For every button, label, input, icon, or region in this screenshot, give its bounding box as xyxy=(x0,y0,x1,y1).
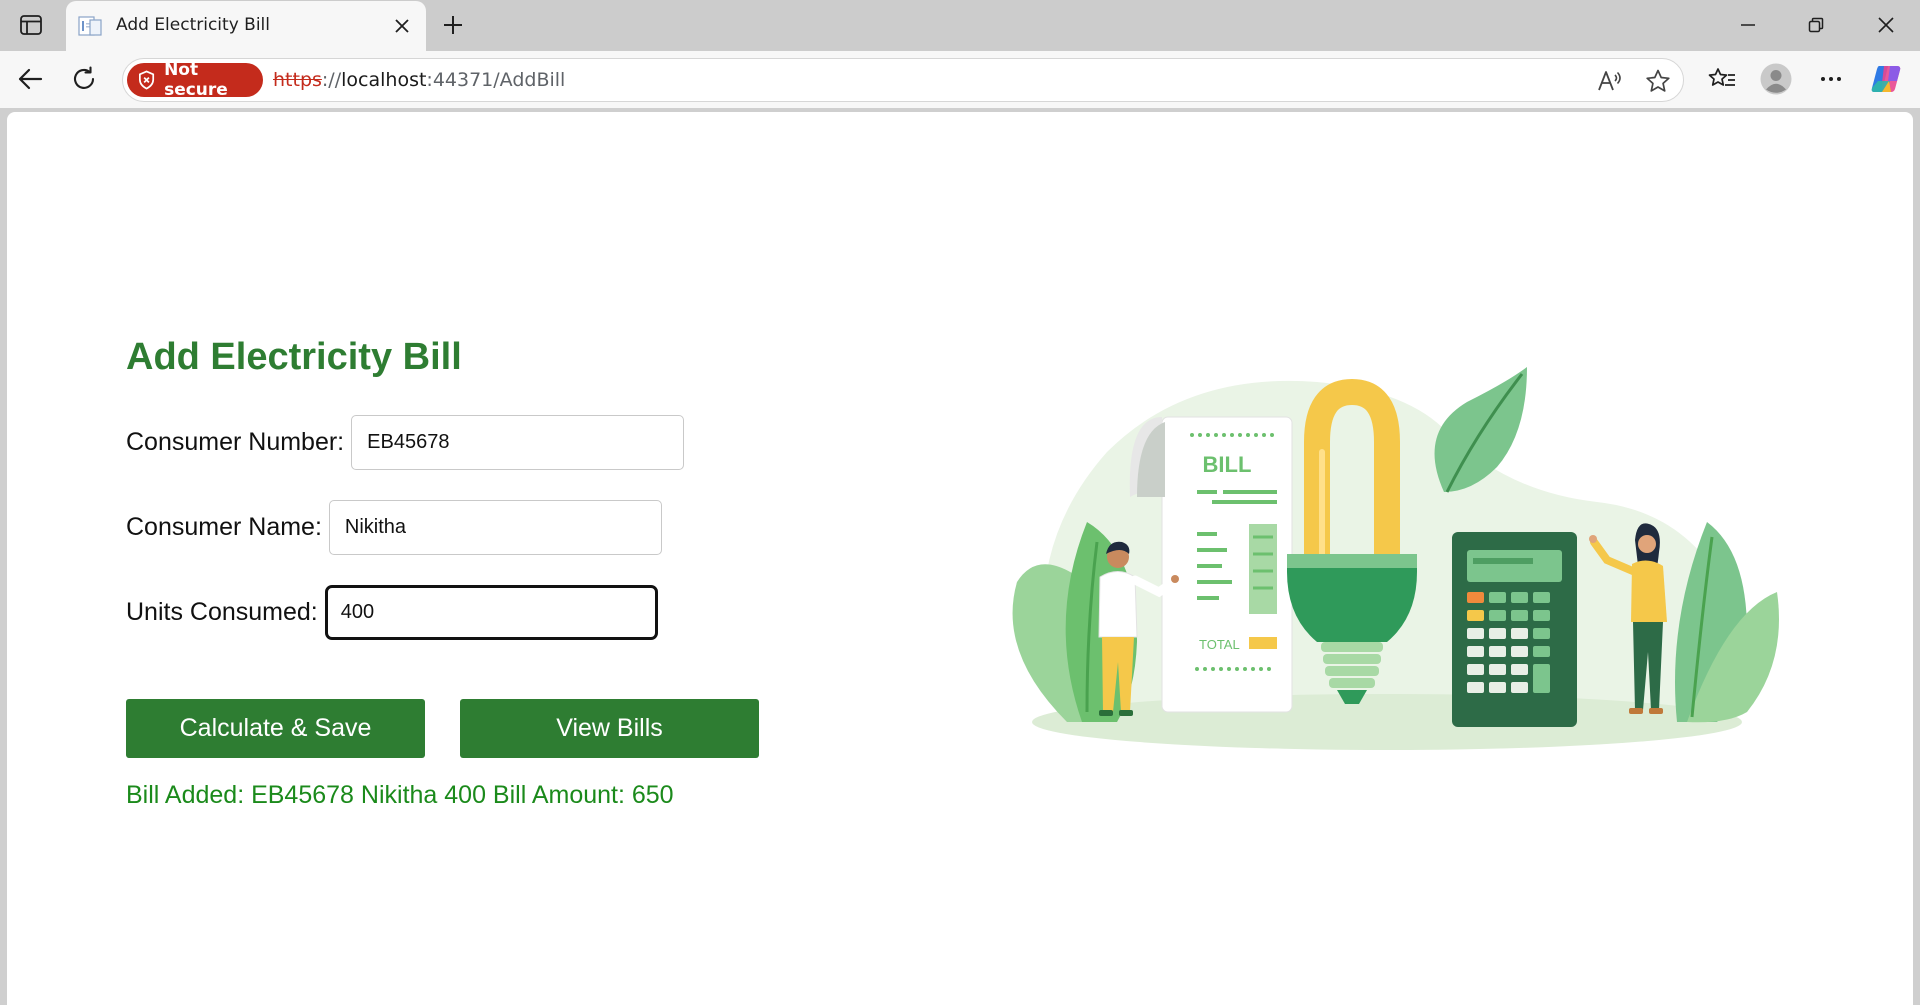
consumer-name-label: Consumer Name: xyxy=(126,513,322,541)
view-bills-button[interactable]: View Bills xyxy=(460,699,759,758)
consumer-number-input[interactable] xyxy=(351,415,685,470)
browser-toolbar: Not secure https://localhost:44371/AddBi… xyxy=(0,51,1920,108)
more-options-icon[interactable] xyxy=(1813,61,1849,97)
new-tab-icon[interactable] xyxy=(438,10,468,40)
page-viewport: Add Electricity Bill Consumer Number: Co… xyxy=(7,112,1913,1005)
not-secure-badge[interactable]: Not secure xyxy=(127,60,263,100)
page-favicon-icon xyxy=(78,15,102,37)
consumer-name-input[interactable] xyxy=(328,500,662,555)
refresh-icon[interactable] xyxy=(66,61,102,97)
restore-icon[interactable] xyxy=(1794,8,1838,42)
close-window-icon[interactable] xyxy=(1864,8,1908,42)
result-message: Bill Added: EB45678 Nikitha 400 Bill Amo… xyxy=(126,781,674,809)
back-icon[interactable] xyxy=(12,61,48,97)
browser-tab[interactable]: Add Electricity Bill xyxy=(66,1,426,51)
calculate-save-button[interactable]: Calculate & Save xyxy=(126,699,425,758)
receipt-total: TOTAL xyxy=(1199,637,1240,652)
copilot-icon[interactable] xyxy=(1868,61,1904,97)
receipt-title: BILL xyxy=(1203,452,1252,477)
url-text[interactable]: https://localhost:44371/AddBill xyxy=(273,69,565,91)
units-consumed-label: Units Consumed: xyxy=(126,598,318,626)
address-bar[interactable]: Not secure https://localhost:44371/AddBi… xyxy=(122,58,1684,102)
minimize-icon[interactable] xyxy=(1726,8,1770,42)
read-aloud-icon[interactable] xyxy=(1596,67,1624,95)
page-title: Add Electricity Bill xyxy=(126,336,462,378)
consumer-number-label: Consumer Number: xyxy=(126,428,345,456)
units-consumed-row: Units Consumed: xyxy=(126,585,658,640)
not-secure-label: Not secure xyxy=(164,60,228,100)
tab-title: Add Electricity Bill xyxy=(116,15,270,35)
close-tab-icon[interactable] xyxy=(390,14,414,38)
tab-strip: Add Electricity Bill xyxy=(0,0,1920,51)
url-separator: :// xyxy=(321,69,342,91)
consumer-number-row: Consumer Number: xyxy=(126,415,685,470)
profile-avatar-icon[interactable] xyxy=(1758,61,1794,97)
tab-actions-icon[interactable] xyxy=(14,10,48,40)
shield-warning-icon xyxy=(139,70,155,90)
url-protocol: https xyxy=(273,69,322,91)
url-path: :44371/AddBill xyxy=(426,69,566,91)
favorites-icon[interactable] xyxy=(1704,61,1740,97)
units-consumed-input[interactable] xyxy=(324,585,658,640)
favorite-star-icon[interactable] xyxy=(1644,67,1672,95)
calculator-icon xyxy=(1452,532,1577,727)
url-host: localhost xyxy=(341,69,427,91)
consumer-name-row: Consumer Name: xyxy=(126,500,662,555)
electricity-bill-illustration: BILL TOTAL xyxy=(1012,367,1779,750)
